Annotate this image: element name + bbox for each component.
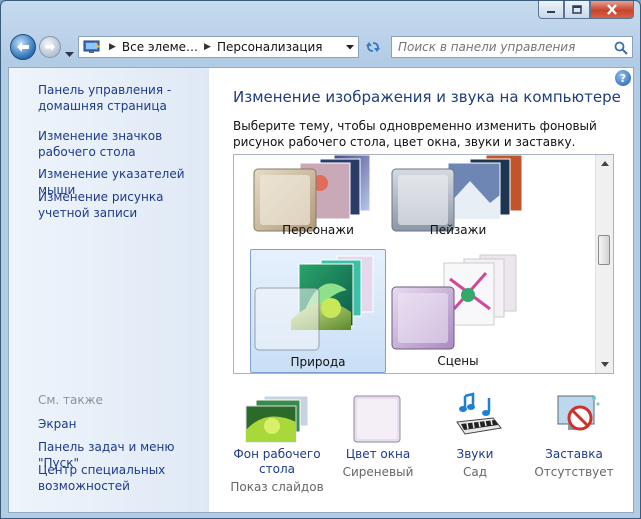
- scroll-up-button[interactable]: [596, 155, 613, 172]
- caption-buttons: [538, 1, 634, 19]
- sounds-link[interactable]: Звуки: [420, 447, 530, 462]
- see-also-heading: См. также: [38, 393, 103, 407]
- search-box[interactable]: [391, 36, 633, 58]
- back-button[interactable]: [10, 34, 36, 60]
- breadcrumb-all-items[interactable]: Все элеме…: [122, 40, 198, 54]
- see-also-link-display[interactable]: Экран: [38, 416, 208, 432]
- navigation-bar: ▶ Все элеме… ▶ Персонализация: [1, 31, 640, 63]
- forward-button[interactable]: [39, 36, 61, 58]
- help-button[interactable]: ?: [615, 70, 631, 86]
- wallpaper-icon[interactable]: [242, 394, 312, 444]
- page-description: Выберите тему, чтобы одновременно измени…: [233, 119, 597, 149]
- arrow-up-icon: [600, 161, 609, 166]
- scroll-down-button[interactable]: [596, 356, 613, 373]
- chevron-down-icon: [65, 52, 74, 57]
- sidebar-link-desktop-icons[interactable]: Изменение значков рабочего стола: [38, 128, 208, 160]
- help-icon: ?: [619, 71, 627, 85]
- screensaver-icon[interactable]: [554, 392, 604, 442]
- theme-name: Персонажи: [282, 223, 354, 237]
- theme-tile-landscapes[interactable]: Пейзажи: [390, 155, 526, 239]
- screensaver-link[interactable]: Заставка: [519, 447, 629, 462]
- theme-tile-scenes[interactable]: Сцены: [390, 249, 526, 373]
- option-desktop-background-text: Фон рабочего стола Показ слайдов: [222, 447, 332, 494]
- theme-tile-nature[interactable]: Природа: [250, 249, 386, 373]
- content-area: Панель управления - домашняя страница Из…: [8, 67, 634, 513]
- window: ▶ Все элеме… ▶ Персонализация Панел: [0, 0, 641, 519]
- see-also-link-ease-of-access[interactable]: Центр специальных возможностей: [38, 462, 208, 494]
- maximize-icon: [572, 5, 582, 14]
- close-button[interactable]: [590, 1, 634, 19]
- close-icon: [607, 4, 617, 15]
- sidebar-link-control-panel-home[interactable]: Панель управления - домашняя страница: [38, 82, 208, 114]
- sounds-value: Сад: [462, 465, 488, 479]
- option-window-color-text: Цвет окна Сиреневый: [323, 447, 433, 479]
- refresh-icon: [366, 42, 380, 52]
- maximize-button[interactable]: [564, 1, 590, 19]
- theme-name: Пейзажи: [429, 223, 487, 237]
- window-color-icon[interactable]: [352, 394, 402, 444]
- sounds-icon[interactable]: [453, 392, 503, 442]
- theme-name: Сцены: [437, 354, 479, 368]
- recent-pages-button[interactable]: [65, 43, 74, 62]
- arrow-down-icon: [600, 362, 609, 367]
- back-arrow-icon: [17, 42, 29, 52]
- theme-list[interactable]: Персонажи Пейзажи Природа Сцены: [233, 154, 614, 374]
- address-bar[interactable]: ▶ Все элеме… ▶ Персонализация: [78, 36, 359, 58]
- control-panel-icon: [83, 40, 100, 53]
- breadcrumb-separator-icon: ▶: [204, 42, 211, 52]
- desktop-background-value: Показ слайдов: [230, 480, 324, 494]
- search-input[interactable]: [398, 40, 598, 54]
- theme-name: Природа: [290, 355, 346, 369]
- scroll-thumb[interactable]: [598, 235, 610, 265]
- desktop-background-link[interactable]: Фон рабочего стола: [222, 447, 332, 477]
- sidebar-link-account-picture[interactable]: Изменение рисунка учетной записи: [38, 189, 208, 221]
- chevron-down-icon: [346, 44, 354, 49]
- window-color-link[interactable]: Цвет окна: [323, 447, 433, 462]
- minimize-icon: [547, 10, 555, 13]
- refresh-button[interactable]: [361, 36, 385, 58]
- breadcrumb-personalization[interactable]: Персонализация: [217, 40, 323, 54]
- window-color-value: Сиреневый: [342, 465, 414, 479]
- option-sounds-text: Звуки Сад: [420, 447, 530, 479]
- screensaver-value: Отсутствует: [534, 465, 614, 479]
- page-title: Изменение изображения и звука на компьют…: [233, 88, 621, 106]
- search-icon[interactable]: [614, 40, 628, 59]
- theme-tile-characters[interactable]: Персонажи: [250, 155, 386, 239]
- address-dropdown-button[interactable]: [342, 37, 358, 57]
- breadcrumb-separator-icon: ▶: [109, 42, 116, 52]
- forward-arrow-icon: [45, 43, 55, 51]
- theme-list-scrollbar[interactable]: [595, 155, 613, 373]
- option-screensaver-text: Заставка Отсутствует: [519, 447, 629, 479]
- task-pane: Панель управления - домашняя страница Из…: [9, 68, 209, 512]
- minimize-button[interactable]: [538, 1, 564, 19]
